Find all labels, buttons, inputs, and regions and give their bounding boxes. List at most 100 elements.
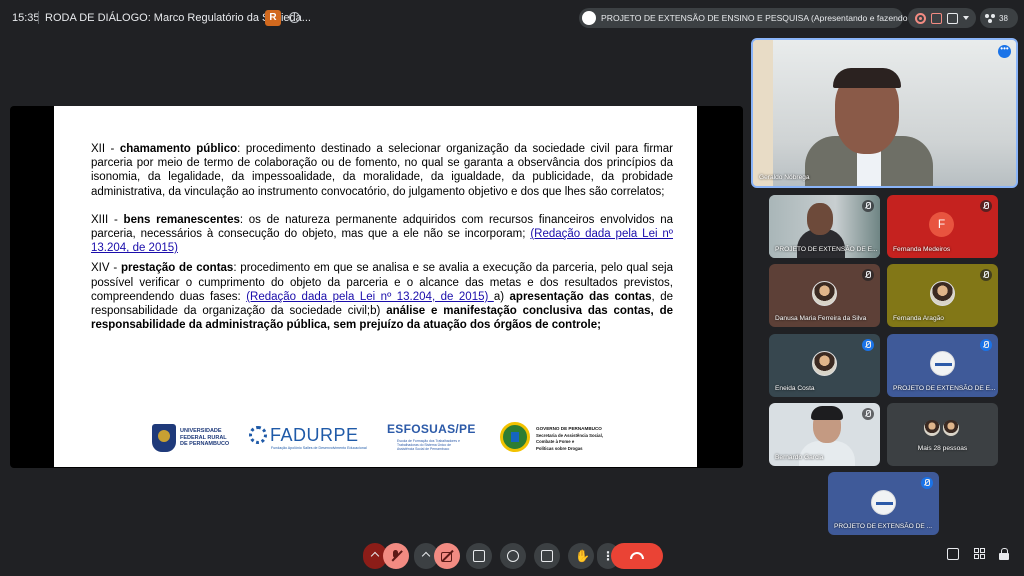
captions-icon [541,550,553,562]
raise-hand-icon: ✋ [575,549,590,563]
governo-text: GOVERNO DE PERNAMBUCO Secretaria de Assi… [536,426,603,452]
raise-hand-button[interactable]: ✋ [568,543,594,569]
participant-name: Eneida Costa [775,385,815,392]
ufrpe-line: DE PERNAMBUCO [180,441,230,447]
captions-button[interactable] [534,543,560,569]
term: chamamento público [119,143,238,155]
participant-tile[interactable]: PROJETO DE EXTENSÃO DE E... [887,334,998,397]
phase-label: b) [370,305,387,318]
esfosuas-subtitle: Escola de Formação dos Trabalhadores e T… [397,439,460,452]
activities-icon[interactable] [974,548,986,560]
video-background [753,40,773,186]
end-call-icon [630,552,644,559]
leave-call-button[interactable] [611,543,663,569]
governo-line: Políticas sobre Drogas [536,445,583,451]
host-controls-icon[interactable] [999,548,1011,560]
ufrpe-crest-icon [152,424,176,452]
mic-off-icon [980,339,992,351]
annotation-icon[interactable] [930,12,942,24]
avatar [871,490,896,515]
speaker-video [833,68,901,88]
item-number: XIII - [91,213,124,226]
participant-name: PROJETO DE EXTENSÃO DE E... [893,385,996,392]
chevron-up-icon [421,551,431,561]
mic-off-icon [980,269,992,281]
state-seal-icon [500,422,530,452]
presenting-label: PROJETO DE EXTENSÃO DE ENSINO E PESQUISA… [601,13,953,23]
ufrpe-line: UNIVERSIDADE [180,428,222,434]
participant-tile[interactable]: PROJETO DE EXTENSÃO DE E... [769,195,880,258]
present-button[interactable] [466,543,492,569]
mic-off-icon [862,200,874,212]
avatar [930,351,955,376]
avatar [930,281,955,306]
term: prestação de contas [120,262,234,275]
term: apresentação das contas [509,290,652,303]
record-icon[interactable] [914,12,926,24]
avatar [923,419,941,437]
participant-tile[interactable]: Danusa Maria Ferreira da Silva [769,264,880,327]
participant-video [811,406,843,420]
participant-name: Fernanda Medeiros [893,246,951,253]
mic-toggle-button[interactable] [383,543,409,569]
participant-tile[interactable]: Fernanda Aragão [887,264,998,327]
presenter-avatar [582,11,596,25]
participants-button[interactable]: 38 [980,8,1018,28]
fadurpe-logo: FADURPE Fundação Apolônio Salles de Dese… [249,420,373,456]
people-icon [985,13,996,23]
participant-name: Danusa Maria Ferreira da Silva [775,315,867,322]
fadurpe-mark-icon [249,426,267,444]
participant-name: Fernanda Aragão [893,315,944,322]
phase-label: a) [493,290,510,303]
divider [38,11,39,24]
esfosuas-name: ESFOSUAS/PE [387,422,476,436]
call-controls: ✋ ⋮ [0,540,1024,570]
participant-tile[interactable]: PROJETO DE EXTENSÃO DE ... [828,472,939,535]
paragraph-bens: XIII - bens remanescentes: os de naturez… [91,213,673,256]
presentation-slide: XII - chamamento público: procedimento d… [54,106,697,467]
clock: 15:35 [12,12,40,24]
info-icon[interactable]: i [289,12,300,23]
mic-off-icon [980,200,992,212]
meeting-badge[interactable]: R [265,10,281,26]
item-number: XII - [91,143,120,155]
present-icon [473,550,485,562]
mic-off-icon [390,550,402,562]
logo-strip: UNIVERSIDADE FEDERAL RURAL DE PERNAMBUCO… [150,420,630,456]
participant-count: 38 [999,13,1008,23]
avatar [942,419,960,437]
screen-share-off-icon[interactable] [947,12,959,24]
shared-screen: XII - chamamento público: procedimento d… [10,106,743,468]
governo-head: GOVERNO DE PERNAMBUCO [536,426,602,431]
mic-off-icon [862,408,874,420]
fadurpe-subtitle: Fundação Apolônio Salles de Desenvolvime… [271,446,367,450]
mic-off-icon [921,477,933,489]
participant-tile[interactable]: F Fernanda Medeiros [887,195,998,258]
fadurpe-name: FADURPE [270,425,359,445]
term: bens remanescentes [123,213,240,226]
participant-name: PROJETO DE EXTENSÃO DE E... [775,246,878,253]
meet-window: 15:35 RODA DE DIÁLOGO: Marco Regulatório… [0,0,1024,576]
reactions-button[interactable] [500,543,526,569]
participant-tile[interactable]: Bernardo Garcia [769,403,880,466]
chevron-down-icon[interactable] [963,16,970,20]
top-bar: 15:35 RODA DE DIÁLOGO: Marco Regulatório… [0,0,1024,36]
chat-icon[interactable] [947,548,959,560]
participant-name: Geraldo Nóbrega [759,174,810,181]
ufrpe-name: UNIVERSIDADE FEDERAL RURAL DE PERNAMBUCO [180,428,229,448]
tile-more-icon[interactable]: ••• [998,45,1011,58]
camera-off-icon [441,550,453,562]
emoji-icon [507,550,519,562]
law-link[interactable]: (Redação dada pela Lei nº 13.204, de 201… [246,291,494,303]
participant-tile[interactable]: Eneida Costa [769,334,880,397]
chevron-up-icon [370,551,380,561]
presenting-indicator[interactable]: PROJETO DE EXTENSÃO DE ENSINO E PESQUISA… [579,8,952,28]
more-participants-label: Mais 28 pessoas [917,445,968,452]
speaker-tile[interactable]: ••• Geraldo Nóbrega [751,38,1018,188]
avatar: F [929,212,954,237]
ufrpe-logo: UNIVERSIDADE FEDERAL RURAL DE PERNAMBUCO [150,420,240,456]
camera-toggle-button[interactable] [434,543,460,569]
more-participants-tile[interactable]: Mais 28 pessoas [887,403,998,466]
avatar [812,281,837,306]
mic-off-icon [862,339,874,351]
